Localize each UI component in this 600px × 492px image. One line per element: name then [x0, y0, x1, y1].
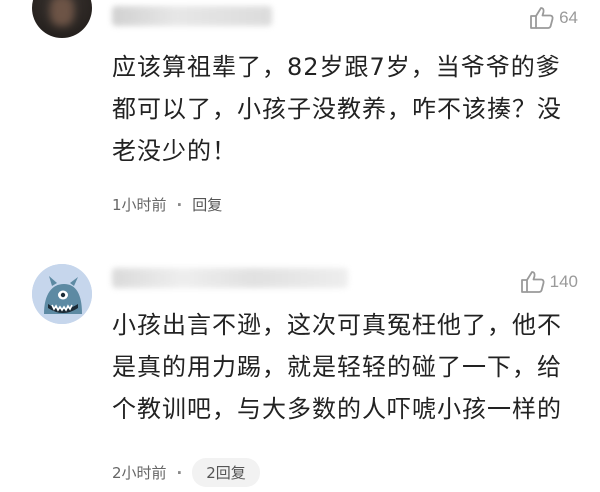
- comment-meta: 2小时前 · 2回复: [112, 458, 260, 487]
- username-redacted[interactable]: [112, 268, 348, 288]
- comment-list: 64 应该算祖辈了，82岁跟7岁，当爷爷的爹 都可以了，小孩子没教养，咋不该揍？…: [0, 0, 600, 492]
- reply-count-button[interactable]: 2回复: [192, 458, 260, 487]
- avatar-face-blurred: [50, 0, 74, 26]
- like-count: 140: [549, 272, 578, 291]
- like-button[interactable]: 140: [520, 270, 578, 294]
- comment-text: 应该算祖辈了，82岁跟7岁，当爷爷的爹 都可以了，小孩子没教养，咋不该揍？没 老…: [112, 53, 562, 165]
- avatar[interactable]: [32, 264, 92, 324]
- comment-text: 小孩出言不逊，这次可真冤枉他了，他不 是真的用力踢，就是轻轻的碰了一下，给 个教…: [112, 311, 562, 423]
- timestamp: 1小时前: [112, 196, 167, 214]
- timestamp: 2小时前: [112, 464, 167, 482]
- meta-separator: ·: [176, 195, 183, 214]
- thumbs-up-icon: [529, 6, 555, 30]
- comment-meta: 1小时前 · 回复: [112, 192, 222, 217]
- comment-item: 64 应该算祖辈了，82岁跟7岁，当爷爷的爹 都可以了，小孩子没教养，咋不该揍？…: [0, 0, 600, 232]
- like-count: 64: [559, 8, 578, 27]
- username-redacted[interactable]: [112, 6, 272, 26]
- meta-separator: ·: [176, 463, 183, 482]
- reply-button[interactable]: 回复: [192, 192, 222, 217]
- thumbs-up-icon: [520, 270, 546, 294]
- like-button[interactable]: 64: [529, 6, 578, 30]
- comment-item: 140 小孩出言不逊，这次可真冤枉他了，他不 是真的用力踢，就是轻轻的碰了一下，…: [0, 248, 600, 492]
- avatar[interactable]: [32, 0, 92, 38]
- monster-avatar-icon: [32, 264, 92, 324]
